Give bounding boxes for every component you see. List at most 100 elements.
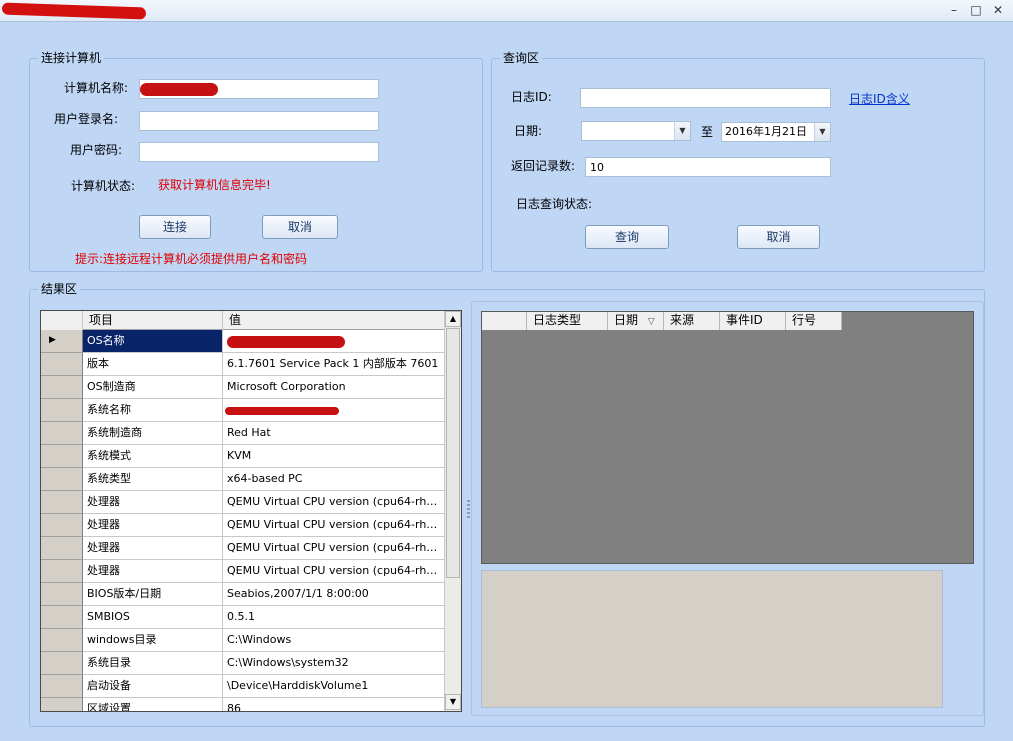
cell-value[interactable]: Seabios,2007/1/1 8:00:00	[223, 583, 445, 606]
cell-value[interactable]: C:\Windows\system32	[223, 652, 445, 675]
cell-item[interactable]: 处理器	[83, 491, 223, 514]
cell-item[interactable]: SMBIOS	[83, 606, 223, 629]
date-from-picker[interactable]: ▼	[581, 121, 691, 141]
row-header[interactable]	[41, 606, 83, 629]
log-id-input[interactable]	[580, 88, 831, 108]
connect-group-title: 连接计算机	[38, 51, 105, 65]
cell-item[interactable]: 区域设置	[83, 698, 223, 711]
log-detail-box[interactable]	[481, 570, 943, 708]
column-header-value[interactable]: 值	[223, 311, 445, 330]
column-header-item[interactable]: 项目	[83, 311, 223, 330]
table-row[interactable]: 启动设备 \Device\HarddiskVolume1	[41, 675, 445, 698]
row-header[interactable]	[41, 698, 83, 711]
cell-item[interactable]: 系统制造商	[83, 422, 223, 445]
row-header[interactable]	[41, 445, 83, 468]
cell-value[interactable]: QEMU Virtual CPU version (cpu64-rhel6)..…	[223, 560, 445, 583]
column-header-source[interactable]: 来源	[664, 312, 720, 330]
cell-value[interactable]: QEMU Virtual CPU version (cpu64-rhel6)..…	[223, 491, 445, 514]
query-button[interactable]: 查询	[585, 225, 669, 249]
table-row[interactable]: 系统目录 C:\Windows\system32	[41, 652, 445, 675]
table-row[interactable]: BIOS版本/日期 Seabios,2007/1/1 8:00:00	[41, 583, 445, 606]
cell-value[interactable]: KVM	[223, 445, 445, 468]
scroll-up-icon[interactable]: ▲	[445, 311, 461, 327]
column-header-date[interactable]: 日期 ▽	[608, 312, 664, 330]
cell-value[interactable]: \Device\HarddiskVolume1	[223, 675, 445, 698]
minimize-button[interactable]: –	[944, 2, 964, 18]
row-header[interactable]	[41, 468, 83, 491]
table-row[interactable]: 区域设置 86	[41, 698, 445, 711]
row-header[interactable]	[41, 629, 83, 652]
row-header[interactable]	[41, 514, 83, 537]
row-header[interactable]	[41, 422, 83, 445]
cell-item[interactable]: OS制造商	[83, 376, 223, 399]
sort-icon: ▽	[647, 317, 655, 327]
cell-item[interactable]: 处理器	[83, 560, 223, 583]
date-to-picker[interactable]: 2016年1月21日 ▼	[721, 122, 831, 142]
log-id-meaning-link[interactable]: 日志ID含义	[849, 91, 910, 107]
column-header-event-id[interactable]: 事件ID	[720, 312, 786, 330]
table-row[interactable]: 处理器 QEMU Virtual CPU version (cpu64-rhel6…	[41, 514, 445, 537]
row-header[interactable]	[41, 583, 83, 606]
connect-cancel-button[interactable]: 取消	[262, 215, 338, 239]
table-row[interactable]: windows目录 C:\Windows	[41, 629, 445, 652]
row-header[interactable]	[41, 560, 83, 583]
row-header[interactable]	[41, 376, 83, 399]
table-row[interactable]: 系统名称	[41, 399, 445, 422]
row-header[interactable]: ▶	[41, 330, 83, 353]
splitter-handle[interactable]	[467, 500, 470, 520]
password-input[interactable]	[139, 142, 379, 162]
cell-item[interactable]: 处理器	[83, 537, 223, 560]
table-row[interactable]: 系统类型 x64-based PC	[41, 468, 445, 491]
row-header[interactable]	[41, 537, 83, 560]
chevron-down-icon[interactable]: ▼	[674, 122, 690, 140]
row-header[interactable]	[41, 652, 83, 675]
table-row[interactable]: 处理器 QEMU Virtual CPU version (cpu64-rhel6…	[41, 491, 445, 514]
cell-item[interactable]: 系统类型	[83, 468, 223, 491]
cell-value[interactable]: Microsoft Corporation	[223, 376, 445, 399]
row-header[interactable]	[41, 491, 83, 514]
cell-value[interactable]: 86	[223, 698, 445, 711]
cell-value[interactable]: x64-based PC	[223, 468, 445, 491]
maximize-button[interactable]: □	[966, 2, 986, 18]
column-header-log-type[interactable]: 日志类型	[527, 312, 608, 330]
chevron-down-icon[interactable]: ▼	[814, 123, 830, 141]
connect-button[interactable]: 连接	[139, 215, 211, 239]
table-row[interactable]: 处理器 QEMU Virtual CPU version (cpu64-rhel6…	[41, 560, 445, 583]
cell-value[interactable]: Red Hat	[223, 422, 445, 445]
cell-value[interactable]: QEMU Virtual CPU version (cpu64-rhel6)..…	[223, 537, 445, 560]
cell-item[interactable]: 系统模式	[83, 445, 223, 468]
login-name-input[interactable]	[139, 111, 379, 131]
cell-value[interactable]: QEMU Virtual CPU version (cpu64-rhel6)..…	[223, 514, 445, 537]
table-row[interactable]: SMBIOS 0.5.1	[41, 606, 445, 629]
vertical-scrollbar[interactable]: ▲ ▼	[444, 311, 461, 711]
cell-value[interactable]: C:\Windows	[223, 629, 445, 652]
table-row[interactable]: 系统制造商 Red Hat	[41, 422, 445, 445]
query-cancel-button[interactable]: 取消	[737, 225, 820, 249]
cell-value[interactable]: 6.1.7601 Service Pack 1 内部版本 7601	[223, 353, 445, 376]
row-header[interactable]	[41, 399, 83, 422]
cell-item[interactable]: 版本	[83, 353, 223, 376]
row-header[interactable]	[41, 675, 83, 698]
table-row[interactable]: OS制造商 Microsoft Corporation	[41, 376, 445, 399]
cell-item[interactable]: 启动设备	[83, 675, 223, 698]
cell-item[interactable]: 系统名称	[83, 399, 223, 422]
event-log-grid[interactable]: 日志类型 日期 ▽ 来源 事件ID 行号	[481, 311, 974, 564]
cell-value[interactable]: 0.5.1	[223, 606, 445, 629]
scroll-thumb[interactable]	[446, 328, 460, 578]
cell-item[interactable]: 处理器	[83, 514, 223, 537]
table-row[interactable]: ▶ OS名称	[41, 330, 445, 353]
table-row[interactable]: 系统模式 KVM	[41, 445, 445, 468]
cell-item[interactable]: BIOS版本/日期	[83, 583, 223, 606]
row-header[interactable]	[41, 353, 83, 376]
cell-item[interactable]: 系统目录	[83, 652, 223, 675]
close-button[interactable]: ✕	[988, 2, 1008, 18]
scroll-down-icon[interactable]: ▼	[445, 694, 461, 710]
record-count-input[interactable]	[585, 157, 831, 177]
system-info-grid[interactable]: 项目 值 ▶ OS名称 版本 6.1.7601 Service Pack 1 内部版本…	[40, 310, 462, 712]
table-row[interactable]: 处理器 QEMU Virtual CPU version (cpu64-rhel6…	[41, 537, 445, 560]
table-row[interactable]: 版本 6.1.7601 Service Pack 1 内部版本 7601	[41, 353, 445, 376]
title-bar: – □ ✕	[0, 0, 1013, 22]
cell-item[interactable]: OS名称	[83, 330, 223, 353]
column-header-line-number[interactable]: 行号	[786, 312, 842, 330]
cell-item[interactable]: windows目录	[83, 629, 223, 652]
